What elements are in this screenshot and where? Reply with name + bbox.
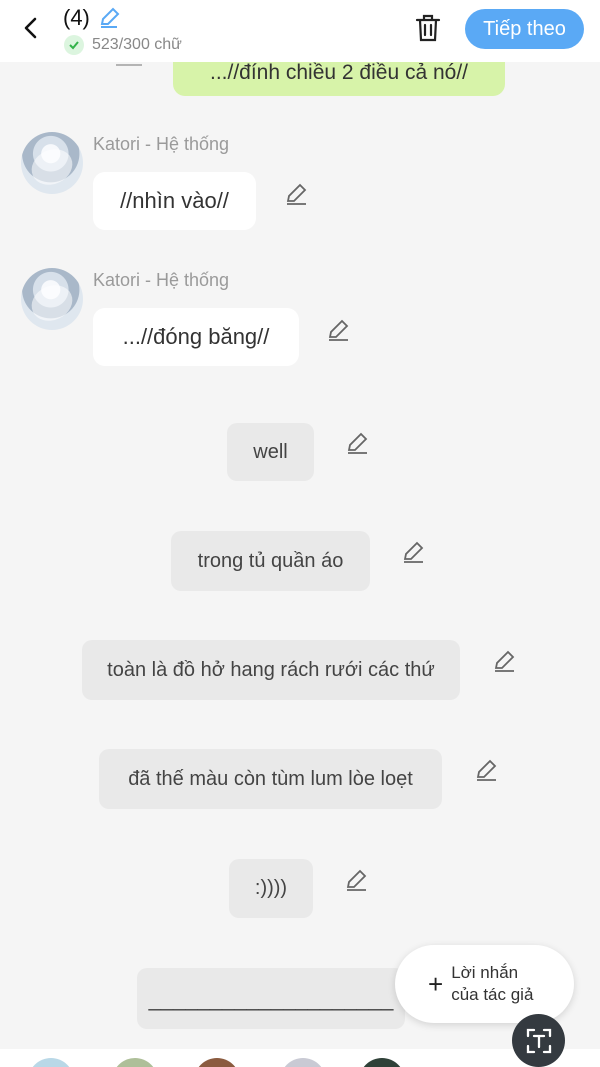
word-count: 523/300 chữ — [92, 36, 182, 53]
author-note-button[interactable]: + Lời nhắn của tác giả — [395, 945, 574, 1023]
pencil-icon[interactable] — [399, 538, 427, 566]
author-note-label: Lời nhắn của tác giả — [451, 963, 534, 1004]
narration-bubble[interactable]: :)))) — [229, 859, 313, 918]
narration-bubble[interactable]: toàn là đồ hở hang rách rưới các thứ — [82, 640, 460, 700]
pencil-icon[interactable] — [343, 429, 371, 457]
next-button[interactable]: Tiếp theo — [465, 9, 584, 49]
pencil-icon[interactable] — [324, 316, 352, 344]
sender-name: Katori - Hệ thống — [93, 134, 230, 154]
text-recognition-button[interactable] — [512, 1014, 565, 1067]
pencil-icon[interactable] — [342, 866, 370, 894]
check-icon — [64, 35, 84, 55]
sender-name: Katori - Hệ thống — [93, 270, 230, 290]
narration-bubble[interactable]: đã thế màu còn tùm lum lòe loẹt — [99, 749, 442, 809]
avatar[interactable] — [21, 268, 83, 330]
pencil-icon[interactable] — [472, 756, 500, 784]
text-recognition-icon — [526, 1028, 551, 1053]
pencil-icon[interactable] — [490, 647, 518, 675]
pencil-icon[interactable] — [282, 180, 310, 208]
pencil-icon[interactable] — [97, 6, 121, 30]
story-title: (4) — [63, 5, 90, 30]
narration-bubble[interactable]: trong tủ quần áo — [171, 531, 370, 591]
message-bubble[interactable]: //nhìn vào// — [93, 172, 256, 230]
back-chevron-icon[interactable] — [16, 12, 48, 44]
plus-icon: + — [428, 969, 444, 999]
narration-bubble[interactable]: well — [227, 423, 314, 481]
top-bar: (4) 523/300 chữ Tiếp theo — [0, 0, 600, 62]
avatar[interactable] — [21, 132, 83, 194]
word-count-status: 523/300 chữ — [64, 35, 182, 55]
message-bubble[interactable]: ...//đóng băng// — [93, 308, 299, 366]
narration-bubble[interactable]: ____________________ — [137, 968, 405, 1029]
trash-icon[interactable] — [413, 12, 443, 44]
